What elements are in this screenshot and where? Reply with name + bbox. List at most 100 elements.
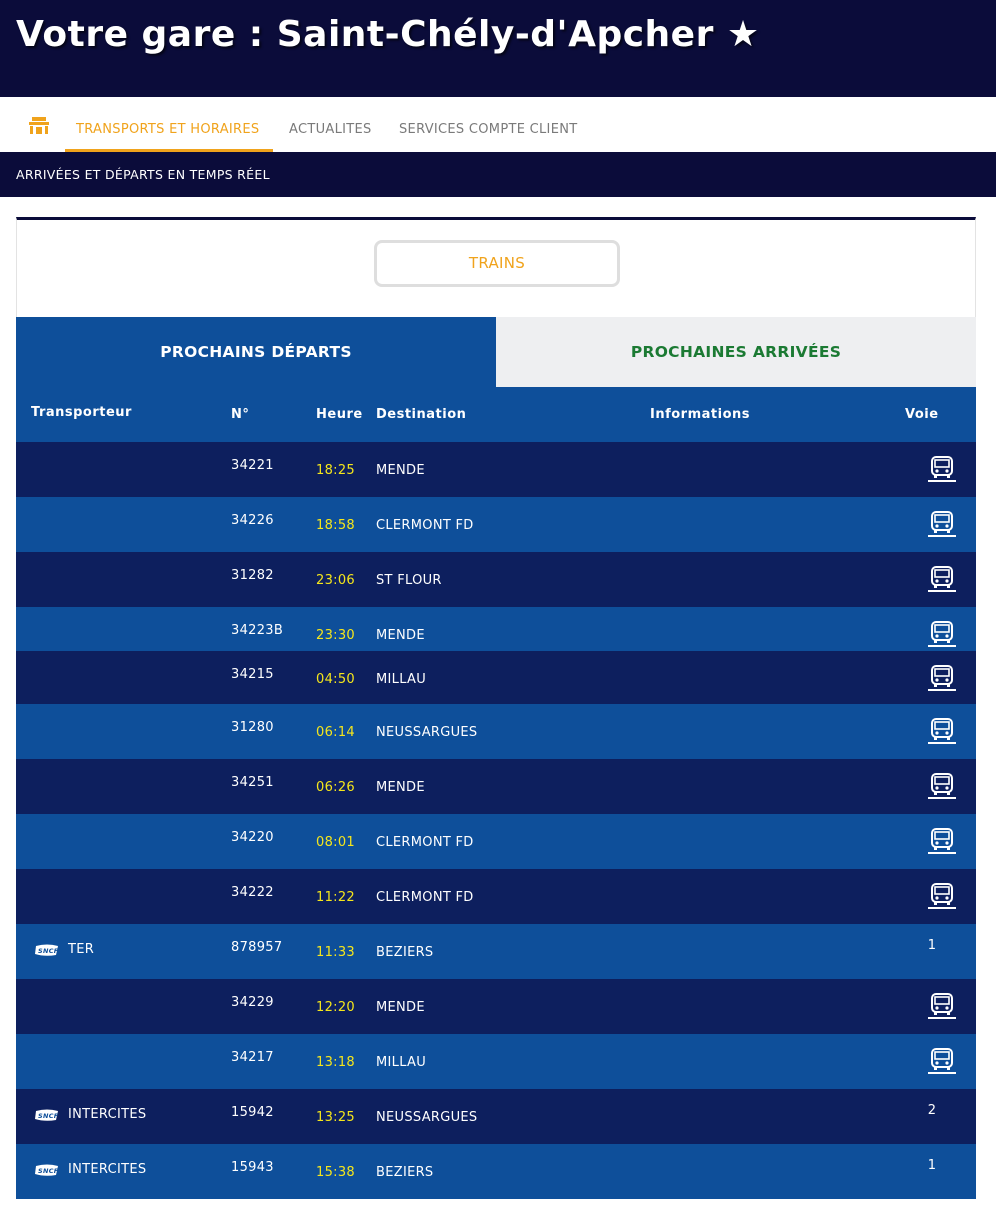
table-row[interactable]: SNCF INTERCITES 15943 15:38 BEZIERS 1	[16, 1144, 976, 1199]
tab-services-compte-client[interactable]: SERVICES COMPTE CLIENT	[399, 97, 577, 152]
track-cell	[927, 664, 957, 696]
train-number: 34217	[231, 1050, 274, 1065]
tab-actualites[interactable]: ACTUALITES	[289, 97, 372, 152]
bus-icon	[928, 773, 956, 799]
track-cell	[927, 565, 957, 597]
table-row[interactable]: 34217 13:18 MILLAU	[16, 1034, 976, 1089]
track-number: 1	[927, 1158, 937, 1173]
destination: NEUSSARGUES	[376, 1110, 478, 1125]
table-row[interactable]: 31282 23:06 ST FLOUR	[16, 552, 976, 607]
train-number: 34220	[231, 830, 274, 845]
table-body: 34221 18:25 MENDE 34226 18:58 CLERMONT FD 3128…	[16, 442, 976, 1199]
bus-icon	[928, 1048, 956, 1074]
table-row[interactable]: 34221 18:25 MENDE	[16, 442, 976, 497]
col-carrier: Transporteur	[31, 405, 132, 420]
sncf-logo-icon: SNCF	[35, 1109, 59, 1121]
departure-time: 13:18	[316, 1055, 355, 1070]
table-row[interactable]: SNCF TER 878957 11:33 BEZIERS 1	[16, 924, 976, 979]
track-cell	[927, 882, 957, 914]
train-number: 34251	[231, 775, 274, 790]
destination: MENDE	[376, 1000, 425, 1015]
destination: MILLAU	[376, 672, 427, 687]
train-number: 15942	[231, 1105, 274, 1120]
carrier-cell: SNCF INTERCITES	[34, 1107, 146, 1122]
departure-time: 08:01	[316, 835, 355, 850]
departure-time: 18:58	[316, 518, 355, 533]
table-row[interactable]: 34220 08:01 CLERMONT FD	[16, 814, 976, 869]
realtime-label: ARRIVÉES ET DÉPARTS EN TEMPS RÉEL	[16, 167, 270, 182]
departure-time: 13:25	[316, 1110, 355, 1125]
tab-transports-horaires[interactable]: TRANSPORTS ET HORAIRES	[65, 97, 273, 152]
destination: NEUSSARGUES	[376, 725, 478, 740]
svg-text:SNCF: SNCF	[38, 947, 59, 955]
departure-time: 06:26	[316, 780, 355, 795]
svg-text:SNCF: SNCF	[38, 1112, 59, 1120]
destination: MENDE	[376, 463, 425, 478]
bus-icon	[928, 511, 956, 537]
table-row[interactable]: 31280 06:14 NEUSSARGUES	[16, 704, 976, 759]
carrier-label: INTERCITES	[68, 1162, 147, 1177]
destination: ST FLOUR	[376, 573, 442, 588]
main-nav: TRANSPORTS ET HORAIRES ACTUALITES SERVIC…	[0, 97, 996, 152]
table-row[interactable]: 34222 11:22 CLERMONT FD	[16, 869, 976, 924]
bus-icon	[928, 883, 956, 909]
bus-icon	[928, 828, 956, 854]
bus-icon	[928, 566, 956, 592]
train-number: 34226	[231, 513, 274, 528]
destination: BEZIERS	[376, 945, 434, 960]
board-tabs: PROCHAINS DÉPARTS PROCHAINES ARRIVÉES	[16, 317, 976, 387]
destination: CLERMONT FD	[376, 890, 474, 905]
destination: MENDE	[376, 628, 425, 643]
track-cell	[927, 510, 957, 542]
departure-time: 06:14	[316, 725, 355, 740]
col-info: Informations	[650, 407, 751, 422]
train-number: 31282	[231, 568, 274, 583]
trains-filter-button[interactable]: TRAINS	[374, 240, 620, 287]
bus-icon	[928, 621, 956, 647]
destination: MENDE	[376, 780, 425, 795]
tab-departures[interactable]: PROCHAINS DÉPARTS	[16, 317, 496, 387]
track-cell	[927, 620, 957, 652]
train-number: 34215	[231, 667, 274, 682]
col-destination: Destination	[376, 407, 467, 422]
train-number: 31280	[231, 720, 274, 735]
train-number: 878957	[231, 940, 283, 955]
track-cell	[927, 1047, 957, 1079]
table-row[interactable]: 34215 04:50 MILLAU	[16, 651, 976, 704]
tab-arrivals[interactable]: PROCHAINES ARRIVÉES	[496, 317, 976, 387]
station-title: Votre gare : Saint-Chély-d'Apcher ★	[16, 14, 760, 55]
home-station-icon[interactable]	[28, 115, 50, 135]
carrier-label: INTERCITES	[68, 1107, 147, 1122]
track-number: 2	[927, 1103, 937, 1118]
destination: BEZIERS	[376, 1165, 434, 1180]
table-row[interactable]: 34229 12:20 MENDE	[16, 979, 976, 1034]
train-number: 15943	[231, 1160, 274, 1175]
departure-time: 15:38	[316, 1165, 355, 1180]
col-number: N°	[231, 407, 250, 422]
carrier-cell: SNCF TER	[34, 942, 94, 957]
table-row[interactable]: SNCF INTERCITES 15942 13:25 NEUSSARGUES 2	[16, 1089, 976, 1144]
departure-time: 23:06	[316, 573, 355, 588]
departure-time: 12:20	[316, 1000, 355, 1015]
bus-icon	[928, 993, 956, 1019]
track-cell	[927, 992, 957, 1024]
table-row[interactable]: 34226 18:58 CLERMONT FD	[16, 497, 976, 552]
train-number: 34222	[231, 885, 274, 900]
sncf-logo-icon: SNCF	[35, 944, 59, 956]
destination: CLERMONT FD	[376, 518, 474, 533]
track-number: 1	[927, 938, 937, 953]
svg-text:SNCF: SNCF	[38, 1167, 59, 1175]
sncf-logo-icon: SNCF	[35, 1164, 59, 1176]
table-row[interactable]: 34251 06:26 MENDE	[16, 759, 976, 814]
train-number: 34223B	[231, 623, 284, 638]
departures-table: Transporteur N° Heure Destination Inform…	[16, 387, 976, 1199]
departure-time: 11:33	[316, 945, 355, 960]
page-header: Votre gare : Saint-Chély-d'Apcher ★	[0, 0, 996, 97]
departure-time: 18:25	[316, 463, 355, 478]
destination: MILLAU	[376, 1055, 427, 1070]
table-header: Transporteur N° Heure Destination Inform…	[16, 387, 976, 442]
table-row[interactable]: 34223B 23:30 MENDE	[16, 607, 976, 651]
realtime-bar: ARRIVÉES ET DÉPARTS EN TEMPS RÉEL	[0, 152, 996, 197]
departure-time: 04:50	[316, 672, 355, 687]
train-number: 34221	[231, 458, 274, 473]
